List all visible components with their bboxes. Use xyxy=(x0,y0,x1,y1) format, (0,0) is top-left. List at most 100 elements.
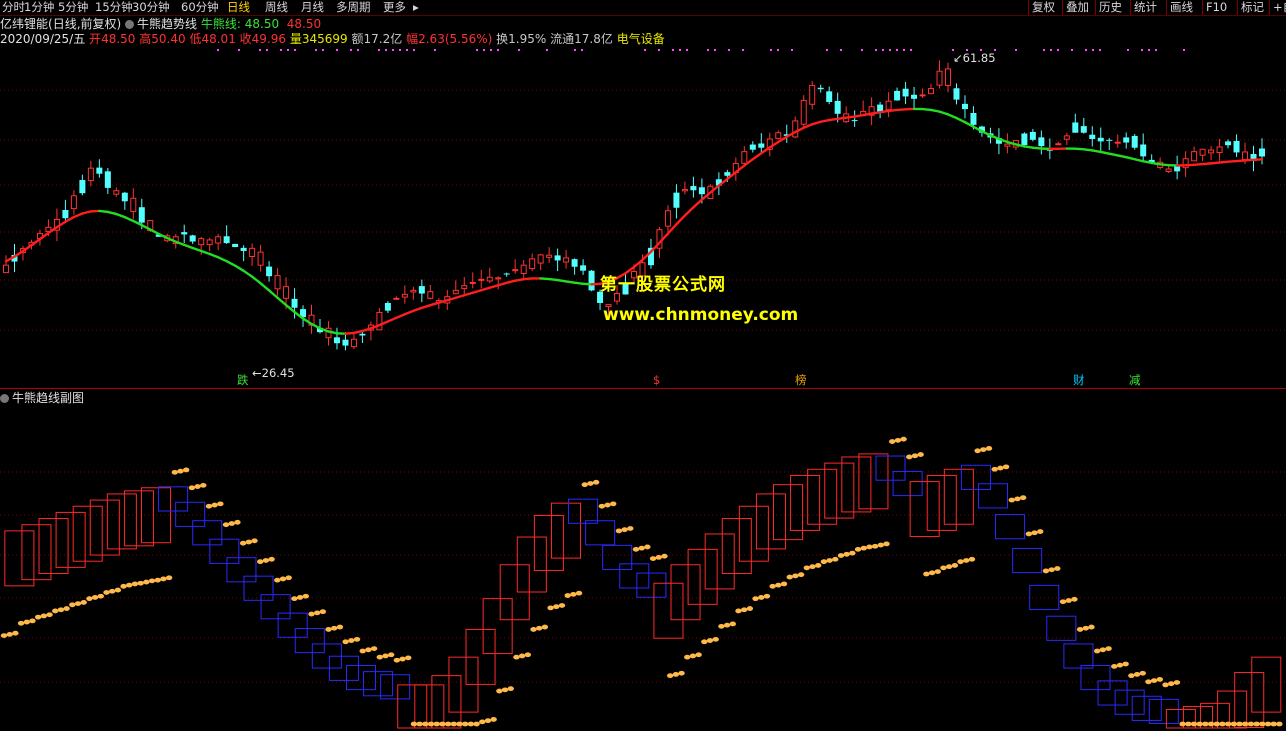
event-marker-rank[interactable]: 榜 xyxy=(794,374,808,387)
band-dot xyxy=(444,721,452,727)
step-bar xyxy=(824,462,855,519)
period-tab-10[interactable]: 更多 xyxy=(383,0,406,15)
period-tab-2[interactable]: 5分钟 xyxy=(58,0,88,15)
step-bar xyxy=(1234,672,1265,729)
step-bar xyxy=(1012,547,1043,574)
period-tab-9[interactable]: 多周期 xyxy=(336,0,371,15)
step-bar xyxy=(670,564,701,621)
band-dot xyxy=(1213,721,1220,727)
band-dot xyxy=(803,565,811,571)
band-dot xyxy=(279,576,287,582)
band-dot xyxy=(507,686,514,692)
band-dot xyxy=(980,447,987,452)
tool-button-4[interactable]: 画线 xyxy=(1170,0,1193,15)
band-dot xyxy=(1247,721,1255,727)
period-tab-3[interactable]: 15分钟 xyxy=(95,0,133,15)
tool-button-7[interactable]: +自 xyxy=(1273,0,1286,15)
band-dot xyxy=(752,596,759,602)
band-dot xyxy=(518,653,526,659)
step-bar xyxy=(1148,698,1179,725)
step-bar xyxy=(158,486,189,512)
band-dot xyxy=(917,452,924,457)
band-dot xyxy=(610,501,617,507)
event-marker-reduce[interactable]: 减 xyxy=(1128,374,1142,387)
band-dot xyxy=(46,612,53,618)
period-tab-5[interactable]: 60分钟 xyxy=(181,0,219,15)
sector-label[interactable]: 电气设备 xyxy=(617,32,665,46)
period-tab-6[interactable]: 日线 xyxy=(227,0,250,15)
band-dot xyxy=(69,602,76,608)
band-dot xyxy=(968,556,976,562)
band-dot xyxy=(433,721,440,727)
band-dot xyxy=(91,595,99,600)
sub-indicator-chart[interactable] xyxy=(0,0,1286,731)
step-bar xyxy=(123,490,154,547)
event-marker-finance[interactable]: 财 xyxy=(1072,374,1086,387)
tool-button-0[interactable]: 复权 xyxy=(1032,0,1055,15)
step-bar xyxy=(38,518,69,575)
period-tab-8[interactable]: 月线 xyxy=(301,0,324,15)
band-dot xyxy=(991,466,998,472)
period-tab-7[interactable]: 周线 xyxy=(265,0,288,15)
subchart-title-text[interactable]: 牛熊趋线副图 xyxy=(12,391,84,405)
toolbar-separator xyxy=(1269,0,1270,15)
band-dot xyxy=(97,593,104,599)
band-dot xyxy=(826,558,833,563)
band-dot xyxy=(0,633,8,638)
band-dot xyxy=(889,439,896,444)
toolbar-separator xyxy=(1130,0,1131,15)
event-marker-fall[interactable]: 跌 xyxy=(236,374,250,387)
band-dot xyxy=(894,437,902,443)
stock-name[interactable]: 亿纬锂能 xyxy=(0,17,48,31)
change-value: 2.63(5.56%) xyxy=(418,32,493,46)
step-bar xyxy=(858,453,889,510)
event-reduce-label: 减 xyxy=(1129,373,1141,387)
band-dot xyxy=(541,624,549,630)
step-bar xyxy=(397,684,428,729)
step-bar xyxy=(943,468,974,525)
tool-button-1[interactable]: 叠加 xyxy=(1066,0,1089,15)
gear-icon[interactable] xyxy=(0,394,9,403)
band-dot xyxy=(410,721,418,727)
band-dot xyxy=(40,613,48,619)
band-dot xyxy=(723,622,731,628)
change-label: 幅 xyxy=(406,32,419,46)
event-marker-dollar[interactable]: $ xyxy=(652,374,661,387)
chevron-right-icon[interactable]: ▸ xyxy=(413,0,419,15)
band-dot xyxy=(689,653,697,659)
step-bar xyxy=(55,511,86,568)
tool-button-5[interactable]: F10 xyxy=(1206,0,1227,15)
indicator-name[interactable]: 牛熊趋势线 xyxy=(137,17,197,31)
tool-button-2[interactable]: 历史 xyxy=(1099,0,1122,15)
tool-button-3[interactable]: 统计 xyxy=(1134,0,1157,15)
band-dot xyxy=(1025,531,1033,537)
period-tab-4[interactable]: 30分钟 xyxy=(132,0,170,15)
band-dot xyxy=(963,558,970,563)
quote-date: 2020/09/25/五 xyxy=(0,32,86,46)
band-dot xyxy=(228,521,235,526)
band-dot xyxy=(524,652,532,658)
gear-icon[interactable] xyxy=(125,20,135,29)
band-dot xyxy=(797,572,805,578)
band-dot xyxy=(325,627,332,632)
band-dot xyxy=(632,546,640,552)
period-tab-1[interactable]: 1分钟 xyxy=(24,0,54,15)
band-dot xyxy=(484,718,492,724)
band-dot xyxy=(427,721,435,727)
band-dot xyxy=(456,721,463,727)
toolbar-separator xyxy=(1202,0,1203,15)
step-bar xyxy=(89,499,120,556)
step-bar xyxy=(72,505,103,562)
panel-divider[interactable] xyxy=(0,388,1286,389)
period-tab-0[interactable]: 分时 xyxy=(2,0,25,15)
step-bar xyxy=(4,530,35,587)
band-dot xyxy=(536,625,543,631)
step-bar xyxy=(704,533,735,590)
band-dot xyxy=(194,484,201,489)
band-dot xyxy=(1059,599,1067,605)
volume-label: 量 xyxy=(289,32,302,46)
band-dot xyxy=(638,545,645,551)
band-dot xyxy=(108,588,116,594)
band-dot xyxy=(165,575,173,581)
tool-button-6[interactable]: 标记 xyxy=(1241,0,1264,15)
